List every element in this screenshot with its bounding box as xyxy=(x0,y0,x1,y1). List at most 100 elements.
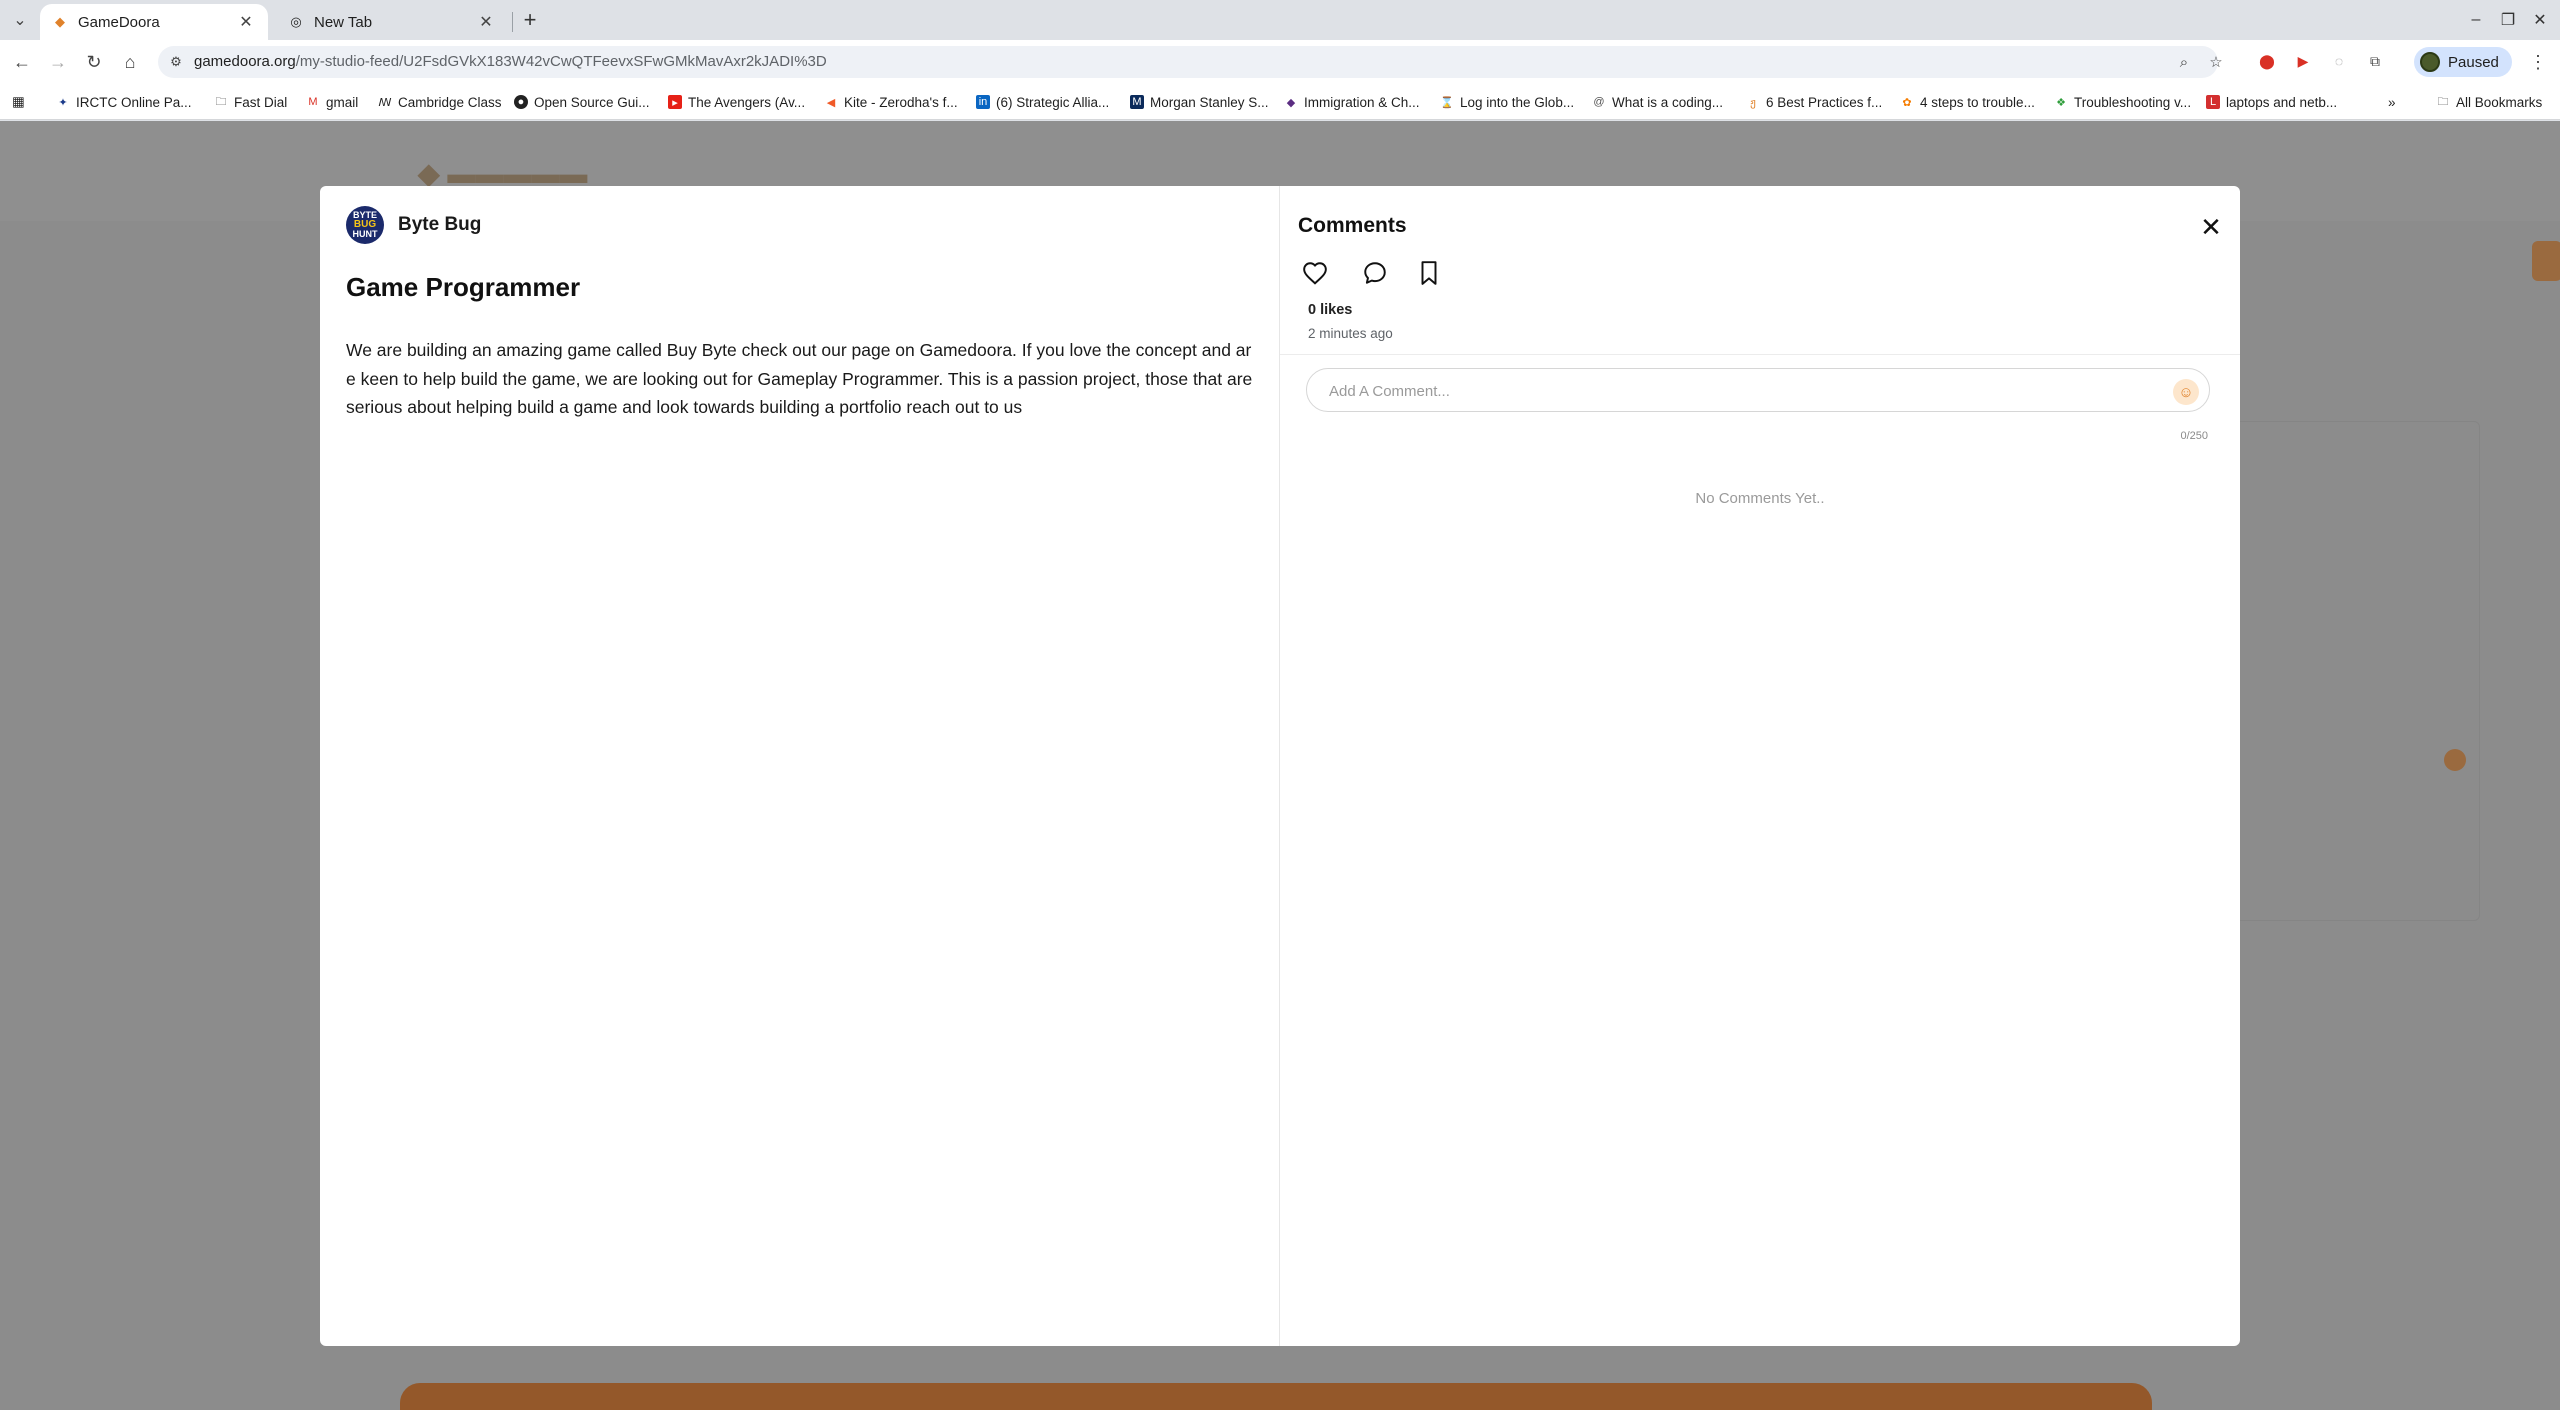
author-name[interactable]: Byte Bug xyxy=(398,214,481,236)
tab-strip: ⌄ ◆ GameDoora ✕ ◎ New Tab ✕ + – ❐ ✕ xyxy=(0,0,2560,40)
bookmark-best-practices[interactable]: ჟ 6 Best Practices f... xyxy=(1746,92,1882,112)
folder-icon: 🗀 xyxy=(215,95,227,108)
browser-menu-icon[interactable]: ⋮ xyxy=(2526,50,2550,74)
all-bookmarks[interactable]: 🗀 All Bookmarks xyxy=(2436,92,2543,112)
kite-icon: ◀ xyxy=(826,96,836,109)
reload-icon[interactable]: ↻ xyxy=(80,48,108,76)
all-bookmarks-label: All Bookmarks xyxy=(2456,94,2543,110)
profile-status: Paused xyxy=(2448,53,2499,71)
recorder-extension-icon[interactable]: ▶ xyxy=(2292,50,2314,72)
background-emoji-icon xyxy=(2444,749,2466,771)
bookmark-label: What is a coding... xyxy=(1612,94,1724,110)
home-icon[interactable]: ⌂ xyxy=(116,48,144,76)
bookmark-label: (6) Strategic Allia... xyxy=(996,94,1110,110)
troubleshooting-icon: ❖ xyxy=(2056,96,2066,109)
close-tab-icon[interactable]: ✕ xyxy=(236,12,256,32)
bookmark-kite[interactable]: ◀ Kite - Zerodha's f... xyxy=(824,92,958,112)
bookmark-immigration[interactable]: ◆ Immigration & Ch... xyxy=(1284,92,1420,112)
empty-comments-message: No Comments Yet.. xyxy=(1695,490,1825,507)
bookmark-troubleshoot-steps[interactable]: ✿ 4 steps to trouble... xyxy=(1900,92,2035,112)
restore-icon[interactable]: ❐ xyxy=(2496,8,2520,32)
browser-toolbar: ← → ↻ ⌂ ⚙ gamedoora.org/my-studio-feed/U… xyxy=(0,40,2560,84)
address-bar[interactable]: ⚙ gamedoora.org/my-studio-feed/U2FsdGVkX… xyxy=(158,46,2223,78)
bookmarks-bar: ▦ ✦ IRCTC Online Pa... 🗀 Fast Dial Mgmail … xyxy=(0,84,2560,120)
background-bottom-bar xyxy=(400,1383,2152,1410)
cambridge-icon: ꟿ xyxy=(378,96,392,109)
comments-title: Comments xyxy=(1298,214,1407,237)
minimize-icon[interactable]: – xyxy=(2464,8,2488,32)
opera-extension-icon[interactable]: ⬤ xyxy=(2256,50,2278,72)
globe-icon: ⌛ xyxy=(1440,96,1454,109)
bookmark-open-source[interactable]: ● Open Source Gui... xyxy=(514,92,650,112)
bookmark-label: Log into the Glob... xyxy=(1460,94,1575,110)
new-tab-button[interactable]: + xyxy=(518,7,542,32)
bookmark-label: gmail xyxy=(326,94,359,110)
bookmark-morgan-stanley[interactable]: M Morgan Stanley S... xyxy=(1130,92,1269,112)
bookmark-label: Immigration & Ch... xyxy=(1304,94,1420,110)
site-info-icon[interactable]: ⚙ xyxy=(166,52,186,72)
profile-paused-button[interactable]: Paused xyxy=(2414,47,2512,77)
extensions-puzzle-icon[interactable]: ⧉ xyxy=(2364,50,2386,72)
bookmark-label: The Avengers (Av... xyxy=(688,94,806,110)
post-author[interactable]: BYTE BUG HUNT Byte Bug xyxy=(346,206,481,244)
bookmark-save-icon[interactable] xyxy=(1414,258,1444,288)
bookmark-coding[interactable]: @ What is a coding... xyxy=(1592,92,1723,112)
tab-title: GameDoora xyxy=(78,13,160,31)
tab-separator xyxy=(512,12,513,32)
laptops-icon: L xyxy=(2206,95,2220,109)
post-body: We are building an amazing game called B… xyxy=(346,340,1253,417)
youtube-icon: ▸ xyxy=(668,95,682,109)
tab-new-tab[interactable]: ◎ New Tab ✕ xyxy=(276,4,508,40)
steps-icon: ✿ xyxy=(1902,96,1912,109)
bookmark-cambridge[interactable]: ꟿ Cambridge Class xyxy=(378,92,502,112)
more-bookmarks-icon[interactable]: » xyxy=(2388,92,2396,112)
character-count: 0/250 xyxy=(2180,430,2208,442)
forward-icon[interactable]: → xyxy=(44,48,72,76)
tab-title: New Tab xyxy=(314,13,373,31)
bookmark-label: 4 steps to trouble... xyxy=(1920,94,2035,110)
emoji-picker-icon[interactable]: ☺ xyxy=(2173,379,2199,405)
zoom-icon[interactable]: ⌕ xyxy=(2174,52,2194,72)
close-modal-icon[interactable]: ✕ xyxy=(2196,212,2226,242)
gamedoora-favicon-icon: ◆ xyxy=(55,14,65,29)
like-heart-icon[interactable] xyxy=(1300,258,1330,288)
post-pane: BYTE BUG HUNT Byte Bug Game Programmer W… xyxy=(320,186,1280,1346)
comment-bubble-icon[interactable] xyxy=(1360,258,1390,288)
folder-icon: 🗀 xyxy=(2437,95,2449,108)
back-icon[interactable]: ← xyxy=(8,48,36,76)
url-text[interactable]: gamedoora.org/my-studio-feed/U2FsdGVkX18… xyxy=(194,53,827,70)
bookmark-fast-dial[interactable]: 🗀 Fast Dial xyxy=(214,92,288,112)
bookmark-irctc[interactable]: ✦ IRCTC Online Pa... xyxy=(56,92,192,112)
bookmark-laptops[interactable]: Llaptops and netb... xyxy=(2206,92,2337,112)
linkedin-icon: in xyxy=(976,95,990,109)
post-title: Game Programmer xyxy=(346,272,581,302)
comment-input[interactable] xyxy=(1329,379,2149,403)
likes-count[interactable]: 0 likes xyxy=(1308,302,1352,318)
github-icon: ● xyxy=(514,95,528,109)
tab-search-icon[interactable]: ⌄ xyxy=(8,8,32,32)
apps-grid-icon[interactable]: ▦ xyxy=(12,92,25,112)
bookmark-label: IRCTC Online Pa... xyxy=(76,94,192,110)
bookmark-label: Morgan Stanley S... xyxy=(1150,94,1269,110)
bookmark-gmail[interactable]: Mgmail xyxy=(306,92,358,112)
bookmark-label: 6 Best Practices f... xyxy=(1766,94,1883,110)
close-tab-icon[interactable]: ✕ xyxy=(476,12,496,32)
bookmark-linkedin[interactable]: in (6) Strategic Allia... xyxy=(976,92,1109,112)
profile-avatar xyxy=(2420,52,2440,72)
bookmark-label: Cambridge Class xyxy=(398,94,502,110)
comment-box: ☺ xyxy=(1306,368,2210,412)
bookmark-label: laptops and netb... xyxy=(2226,94,2338,110)
extension-icon[interactable]: ◌ xyxy=(2328,50,2350,72)
bookmark-avengers[interactable]: ▸ The Avengers (Av... xyxy=(668,92,805,112)
gmail-icon: M xyxy=(308,96,318,108)
tab-gamedoora[interactable]: ◆ GameDoora ✕ xyxy=(40,4,268,40)
practices-icon: ჟ xyxy=(1750,96,1756,109)
coding-icon: @ xyxy=(1593,96,1605,108)
bookmark-label: Fast Dial xyxy=(234,94,288,110)
window-close-icon[interactable]: ✕ xyxy=(2528,8,2552,32)
bookmark-global[interactable]: ⌛ Log into the Glob... xyxy=(1440,92,1574,112)
bookmark-star-icon[interactable]: ☆ xyxy=(2206,52,2226,72)
post-modal: BYTE BUG HUNT Byte Bug Game Programmer W… xyxy=(320,186,2240,1346)
author-avatar[interactable]: BYTE BUG HUNT xyxy=(346,206,384,244)
bookmark-troubleshooting[interactable]: ❖ Troubleshooting v... xyxy=(2054,92,2191,112)
